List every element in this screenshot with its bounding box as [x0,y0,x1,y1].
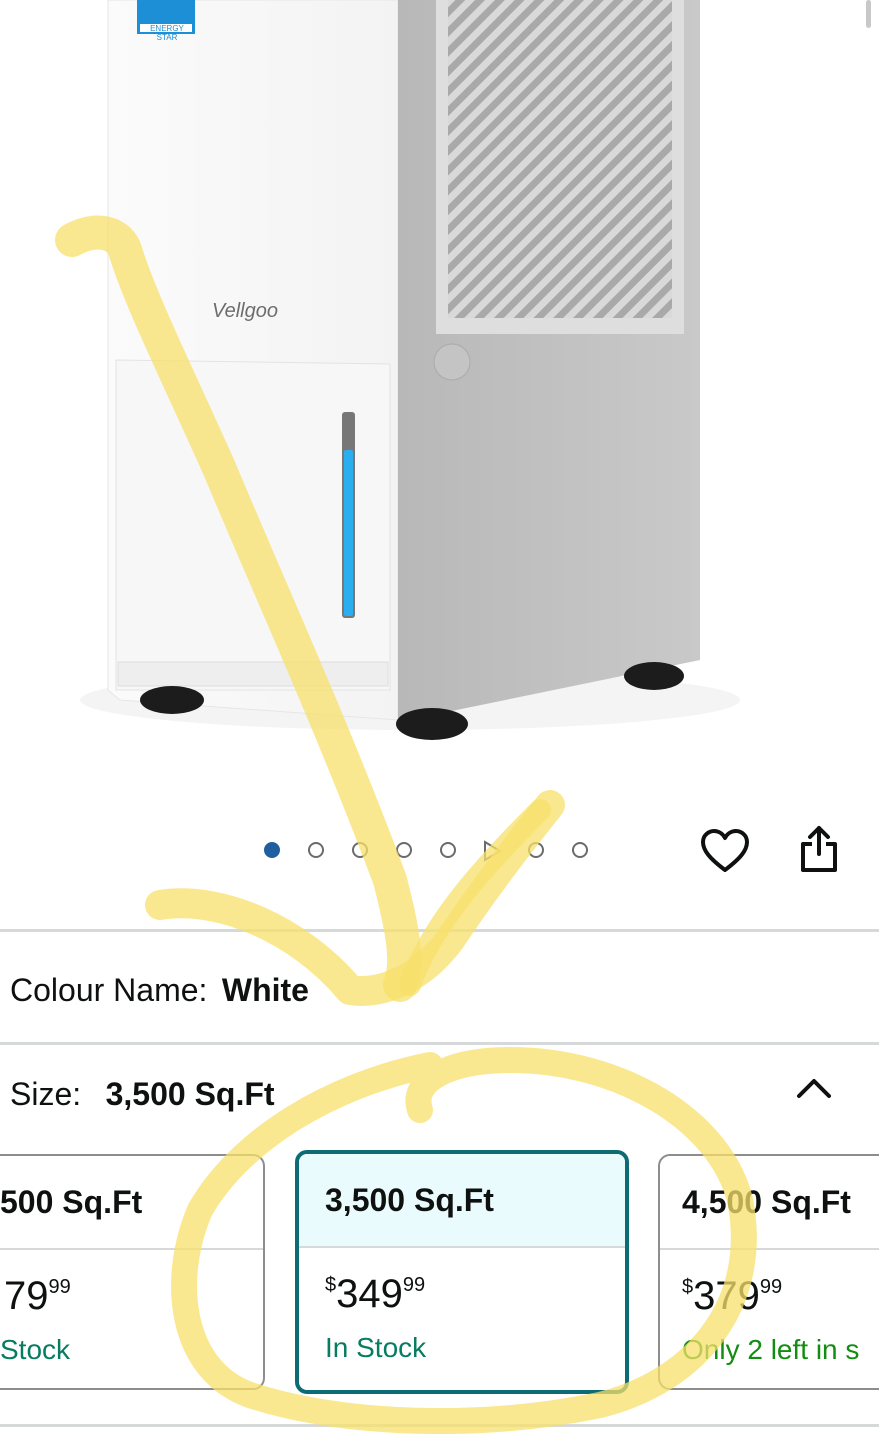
carousel-dot[interactable] [264,842,280,858]
product-image[interactable]: Vellgoo ENERGY STAR [0,0,879,800]
image-carousel-indicator [260,840,600,862]
size-option-stock: In Stock [325,1332,427,1363]
size-row[interactable]: Size: 3,500 Sq.Ft [10,1076,275,1113]
annotation-arrow-head [399,799,551,996]
size-option-title: 500 Sq.Ft [0,1184,143,1220]
brand-logo: Vellgoo [212,300,278,322]
heart-icon[interactable] [700,828,750,874]
section-divider [0,929,879,932]
section-divider [0,1424,879,1427]
size-option-title: 4,500 Sq.Ft [682,1184,851,1220]
video-play-icon[interactable] [482,840,502,862]
size-option-title: 3,500 Sq.Ft [325,1182,494,1218]
colour-label: Colour Name: [10,972,208,1008]
dehumidifier-illustration [80,0,740,740]
size-option-card-selected[interactable]: 3,500 Sq.Ft $34999 In Stock [295,1150,629,1394]
chevron-up-icon[interactable] [796,1076,832,1100]
page-scrollbar[interactable] [866,0,871,28]
size-value: 3,500 Sq.Ft [105,1076,275,1112]
annotation-arrow-head [145,790,565,1006]
size-option-stock: Stock [0,1334,71,1365]
carousel-dot[interactable] [308,842,324,858]
size-option-price: $37999 [682,1274,783,1318]
size-option-price: $34999 [325,1272,426,1316]
size-option-stock: Only 2 left in s [682,1334,860,1365]
carousel-dot[interactable] [528,842,544,858]
carousel-dot[interactable] [396,842,412,858]
size-option-card[interactable]: 4,500 Sq.Ft $37999 Only 2 left in s [658,1154,879,1390]
size-option-card[interactable]: 500 Sq.Ft 7999 Stock [0,1154,265,1390]
section-divider [0,1042,879,1045]
size-option-price: 7999 [4,1274,71,1318]
carousel-dot[interactable] [440,842,456,858]
carousel-dot[interactable] [352,842,368,858]
share-icon[interactable] [799,824,839,874]
colour-value: White [221,972,309,1008]
size-label: Size: [10,1076,82,1112]
energy-star-badge: ENERGY STAR [150,24,184,42]
carousel-dot[interactable] [572,842,588,858]
colour-row: Colour Name: White [10,972,309,1009]
